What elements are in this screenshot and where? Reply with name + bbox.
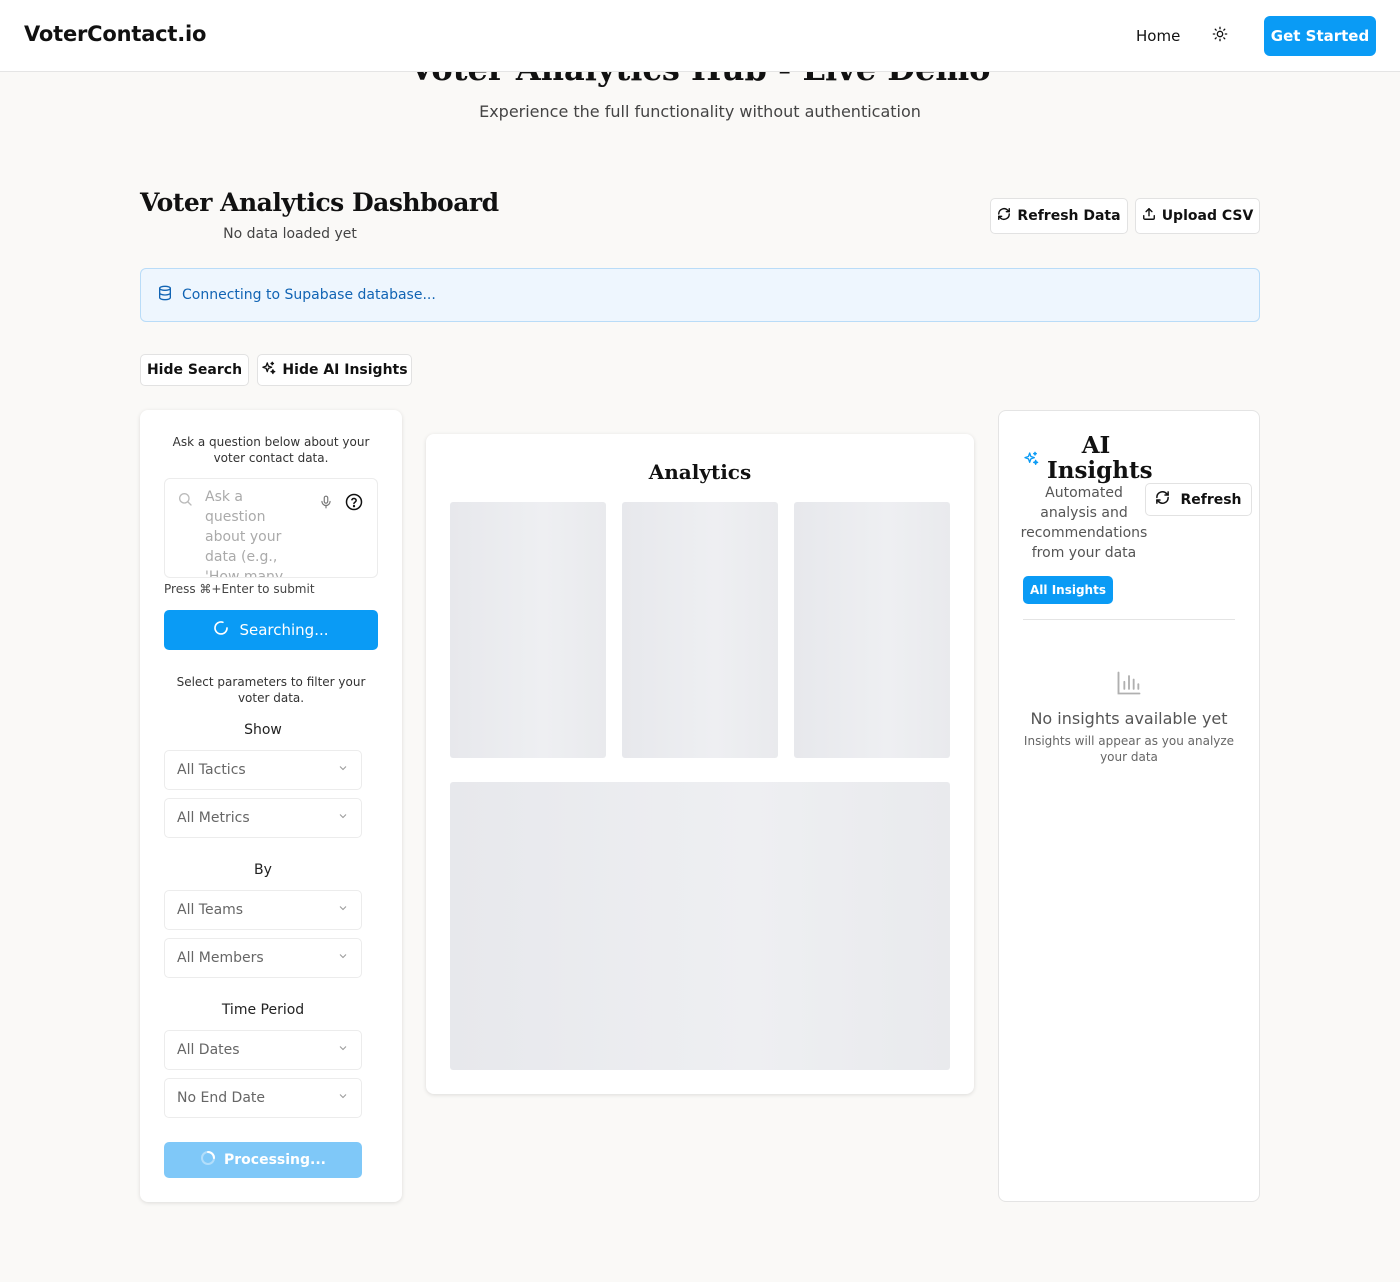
chevron-down-icon <box>337 950 349 966</box>
sparkles-icon <box>1023 451 1039 471</box>
search-icon <box>177 491 193 511</box>
refresh-icon <box>1155 490 1170 509</box>
refresh-insights-button[interactable]: Refresh <box>1145 483 1252 516</box>
empty-insights-title: No insights available yet <box>1030 709 1228 728</box>
process-filters-button[interactable]: Processing... <box>164 1142 362 1178</box>
submit-hint: Press ⌘+Enter to submit <box>164 582 315 596</box>
hide-search-button[interactable]: Hide Search <box>140 354 249 386</box>
start-date-select[interactable]: All Dates <box>164 1030 362 1070</box>
hide-search-label: Hide Search <box>146 362 243 378</box>
sparkles-icon <box>261 361 276 380</box>
all-insights-filter[interactable]: All Insights <box>1023 576 1113 604</box>
chart-skeleton-3 <box>794 502 950 758</box>
refresh-icon <box>997 207 1011 225</box>
search-button-label: Searching... <box>239 621 329 639</box>
empty-insights-subtitle: Insights will appear as you analyze your… <box>1023 734 1235 764</box>
bar-chart-icon <box>1115 669 1143 701</box>
upload-icon <box>1142 207 1156 225</box>
ai-insights-title: AI Insights <box>1047 432 1153 484</box>
nav-home-link[interactable]: Home <box>1136 27 1180 45</box>
sun-icon <box>1212 26 1228 46</box>
chevron-down-icon <box>337 762 349 778</box>
brand-logo[interactable]: VoterContact.io <box>24 22 206 46</box>
hide-ai-insights-label: Hide AI Insights <box>282 362 408 378</box>
upload-csv-label: Upload CSV <box>1161 208 1254 224</box>
dashboard-status: No data loaded yet <box>223 226 357 242</box>
refresh-data-button[interactable]: Refresh Data <box>990 198 1128 234</box>
time-period-group-label: Time Period <box>221 1002 305 1018</box>
metrics-select-value: All Metrics <box>177 810 250 826</box>
microphone-icon[interactable] <box>319 494 333 513</box>
chevron-down-icon <box>337 810 349 826</box>
chart-skeleton-2 <box>622 502 778 758</box>
get-started-button[interactable]: Get Started <box>1264 16 1376 56</box>
upload-csv-button[interactable]: Upload CSV <box>1135 198 1260 234</box>
ai-insights-panel: AI Insights Automated analysis and recom… <box>998 410 1260 1202</box>
end-date-select-value: No End Date <box>177 1090 266 1106</box>
ask-intro-text: Ask a question below about your voter co… <box>172 435 370 465</box>
start-date-select-value: All Dates <box>177 1042 240 1058</box>
process-button-label: Processing... <box>224 1152 326 1168</box>
teams-select[interactable]: All Teams <box>164 890 362 930</box>
search-button[interactable]: Searching... <box>164 610 378 650</box>
filter-intro-text: Select parameters to filter your voter d… <box>176 675 366 705</box>
refresh-data-label: Refresh Data <box>1017 208 1121 224</box>
tactics-select[interactable]: All Tactics <box>164 750 362 790</box>
connection-alert: Connecting to Supabase database... <box>140 268 1260 322</box>
database-icon <box>157 285 173 305</box>
question-placeholder: Ask a question about your data (e.g., 'H… <box>205 489 284 578</box>
tactics-select-value: All Tactics <box>177 762 246 778</box>
divider <box>1023 619 1235 620</box>
question-input[interactable]: Ask a question about your data (e.g., 'H… <box>164 478 378 578</box>
theme-toggle-button[interactable] <box>1208 24 1232 48</box>
teams-select-value: All Teams <box>177 902 244 918</box>
chevron-down-icon <box>337 1042 349 1058</box>
refresh-insights-label: Refresh <box>1180 491 1242 508</box>
dashboard-title: Voter Analytics Dashboard <box>140 188 499 217</box>
members-select-value: All Members <box>177 950 264 966</box>
alert-text: Connecting to Supabase database... <box>182 287 436 303</box>
chart-skeleton-1 <box>450 502 606 758</box>
chevron-down-icon <box>337 902 349 918</box>
metrics-select[interactable]: All Metrics <box>164 798 362 838</box>
show-group-label: Show <box>244 722 282 738</box>
end-date-select[interactable]: No End Date <box>164 1078 362 1118</box>
ai-insights-description: Automated analysis and recommendations f… <box>1020 485 1148 561</box>
by-group-label: By <box>254 862 272 878</box>
analytics-title: Analytics <box>648 460 752 484</box>
hide-ai-insights-button[interactable]: Hide AI Insights <box>257 354 412 386</box>
spinner-icon <box>213 620 229 640</box>
members-select[interactable]: All Members <box>164 938 362 978</box>
chevron-down-icon <box>337 1090 349 1106</box>
analytics-panel: Analytics <box>426 434 974 1094</box>
hero-subtitle: Experience the full functionality withou… <box>479 102 921 121</box>
help-icon[interactable] <box>345 493 363 515</box>
top-navbar: VoterContact.io Home Get Started <box>0 0 1400 72</box>
search-filter-panel: Ask a question below about your voter co… <box>140 410 402 1202</box>
spinner-icon <box>200 1150 216 1170</box>
chart-skeleton-large <box>450 782 950 1070</box>
